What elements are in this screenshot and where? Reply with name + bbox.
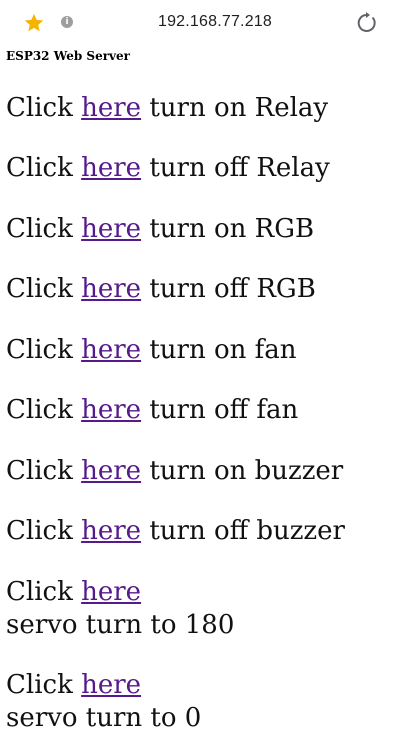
click-label: Click — [6, 670, 82, 700]
action-label: servo turn to 180 — [6, 610, 235, 640]
action-label: turn off buzzer — [141, 516, 345, 546]
here-link-fan-off[interactable]: here — [81, 395, 141, 425]
here-link-rgb-on[interactable]: here — [81, 214, 141, 244]
click-label: Click — [6, 516, 82, 546]
here-link-relay-off[interactable]: here — [81, 153, 141, 183]
list-item: Click here turn off buzzer — [6, 515, 345, 548]
star-icon[interactable] — [23, 12, 45, 34]
list-item: Click here turn off Relay — [6, 152, 330, 185]
list-item: Click here turn on Relay — [6, 92, 328, 125]
click-label: Click — [6, 153, 82, 183]
action-label: turn off Relay — [141, 153, 330, 183]
click-label: Click — [6, 274, 82, 304]
browser-address-bar: i 192.168.77.218 — [0, 0, 401, 46]
click-label: Click — [6, 93, 82, 123]
list-item: Click here servo turn to 180 — [6, 576, 234, 642]
here-link-buzzer-on[interactable]: here — [81, 456, 141, 486]
list-item: Click here turn on fan — [6, 334, 297, 367]
action-label: servo turn to 0 — [6, 703, 202, 733]
url-text[interactable]: 192.168.77.218 — [100, 13, 330, 31]
action-label: turn on buzzer — [141, 456, 344, 486]
click-label: Click — [6, 577, 82, 607]
here-link-servo-180[interactable]: here — [81, 577, 141, 607]
info-icon[interactable]: i — [61, 16, 73, 28]
action-label: turn on Relay — [141, 93, 329, 123]
list-item: Click here turn off RGB — [6, 273, 316, 306]
list-item: Click here turn off fan — [6, 394, 298, 427]
here-link-buzzer-off[interactable]: here — [81, 516, 141, 546]
action-label: turn on fan — [141, 335, 297, 365]
here-link-rgb-off[interactable]: here — [81, 274, 141, 304]
click-label: Click — [6, 395, 82, 425]
page-title: ESP32 Web Server — [6, 49, 130, 63]
list-item: Click here turn on buzzer — [6, 455, 343, 488]
list-item: Click here turn on RGB — [6, 213, 314, 246]
list-item: Click here servo turn to 0 — [6, 669, 201, 735]
reload-icon[interactable] — [354, 11, 378, 35]
click-label: Click — [6, 214, 82, 244]
click-label: Click — [6, 456, 82, 486]
action-label: turn on RGB — [141, 214, 315, 244]
here-link-relay-on[interactable]: here — [81, 93, 141, 123]
action-label: turn off fan — [141, 395, 299, 425]
action-label: turn off RGB — [141, 274, 316, 304]
click-label: Click — [6, 335, 82, 365]
here-link-servo-0[interactable]: here — [81, 670, 141, 700]
here-link-fan-on[interactable]: here — [81, 335, 141, 365]
